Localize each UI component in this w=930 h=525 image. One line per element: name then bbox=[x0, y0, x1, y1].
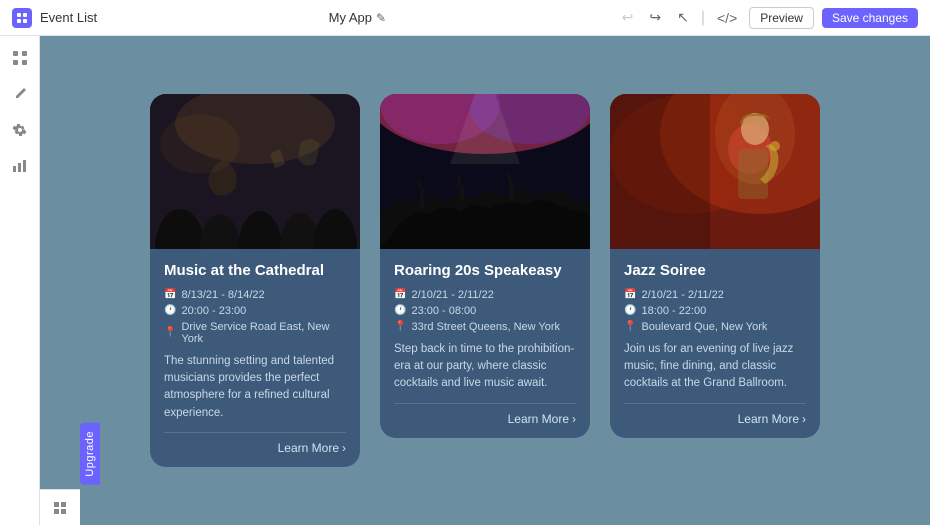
card-orchestra-meta: 📅 8/13/21 - 8/14/22 🕐 20:00 - 23:00 📍 Dr… bbox=[164, 289, 346, 345]
cards-container: Music at the Cathedral 📅 8/13/21 - 8/14/… bbox=[130, 74, 840, 487]
app-name-label: My App bbox=[329, 10, 372, 25]
calendar-icon: 📅 bbox=[164, 289, 176, 300]
clock-icon-2: 🕐 bbox=[394, 305, 406, 316]
card-orchestra-time-row: 🕐 20:00 - 23:00 bbox=[164, 305, 346, 317]
preview-button[interactable]: Preview bbox=[749, 7, 814, 29]
bottom-left-icon[interactable] bbox=[40, 489, 80, 525]
card-jazz-title: Jazz Soiree bbox=[624, 261, 806, 281]
card-orchestra-learn-more[interactable]: Learn More › bbox=[278, 441, 346, 455]
save-button[interactable]: Save changes bbox=[822, 8, 918, 28]
card-orchestra-location-row: 📍 Drive Service Road East, New York bbox=[164, 321, 346, 345]
card-club-body: Roaring 20s Speakeasy 📅 2/10/21 - 2/11/2… bbox=[380, 249, 590, 437]
card-club-date-row: 📅 2/10/21 - 2/11/22 bbox=[394, 289, 576, 301]
card-club-time-row: 🕐 23:00 - 08:00 bbox=[394, 305, 576, 317]
location-icon-3: 📍 bbox=[624, 321, 636, 332]
card-club-date: 2/10/21 - 2/11/22 bbox=[411, 289, 493, 301]
topbar-center: My App ✎ bbox=[329, 10, 386, 25]
arrow-right-icon-3: › bbox=[802, 412, 806, 426]
topbar-right: ↩ ↪ ↖ | </> Preview Save changes bbox=[618, 7, 918, 29]
card-orchestra-title: Music at the Cathedral bbox=[164, 261, 346, 281]
card-jazz-meta: 📅 2/10/21 - 2/11/22 🕐 18:00 - 22:00 📍 Bo… bbox=[624, 289, 806, 333]
code-button[interactable]: </> bbox=[713, 8, 741, 28]
card-club: Roaring 20s Speakeasy 📅 2/10/21 - 2/11/2… bbox=[380, 94, 590, 437]
sidebar bbox=[0, 36, 40, 525]
card-jazz-learn-more[interactable]: Learn More › bbox=[738, 412, 806, 426]
card-jazz-location: Boulevard Que, New York bbox=[641, 321, 767, 333]
topbar-left: Event List bbox=[12, 8, 97, 28]
cursor-button[interactable]: ↖ bbox=[673, 7, 693, 28]
canvas-area: Music at the Cathedral 📅 8/13/21 - 8/14/… bbox=[40, 36, 930, 525]
pen-icon bbox=[12, 86, 28, 106]
card-jazz-date: 2/10/21 - 2/11/22 bbox=[641, 289, 723, 301]
upgrade-button[interactable]: Upgrade bbox=[80, 423, 100, 485]
card-club-time: 23:00 - 08:00 bbox=[411, 305, 476, 317]
sidebar-item-grid[interactable] bbox=[4, 44, 36, 76]
card-jazz-date-row: 📅 2/10/21 - 2/11/22 bbox=[624, 289, 806, 301]
card-orchestra-footer: Learn More › bbox=[164, 432, 346, 455]
card-club-location-row: 📍 33rd Street Queens, New York bbox=[394, 321, 576, 333]
card-jazz-time: 18:00 - 22:00 bbox=[641, 305, 706, 317]
card-club-learn-more[interactable]: Learn More › bbox=[508, 412, 576, 426]
card-club-desc: Step back in time to the prohibition-era… bbox=[394, 341, 576, 393]
card-orchestra-date: 8/13/21 - 8/14/22 bbox=[181, 289, 264, 301]
card-club-title: Roaring 20s Speakeasy bbox=[394, 261, 576, 281]
calendar-icon-3: 📅 bbox=[624, 289, 636, 300]
clock-icon-3: 🕐 bbox=[624, 305, 636, 316]
settings-icon bbox=[12, 122, 28, 142]
card-jazz-desc: Join us for an evening of live jazz musi… bbox=[624, 341, 806, 393]
section-label: Event List bbox=[40, 10, 97, 25]
card-jazz-time-row: 🕐 18:00 - 22:00 bbox=[624, 305, 806, 317]
card-orchestra: Music at the Cathedral 📅 8/13/21 - 8/14/… bbox=[150, 94, 360, 467]
card-jazz: Jazz Soiree 📅 2/10/21 - 2/11/22 🕐 18:00 … bbox=[610, 94, 820, 437]
app-logo bbox=[12, 8, 32, 28]
redo-button[interactable]: ↪ bbox=[645, 7, 665, 28]
card-orchestra-location: Drive Service Road East, New York bbox=[181, 321, 346, 345]
location-icon: 📍 bbox=[164, 327, 176, 338]
topbar: Event List My App ✎ ↩ ↪ ↖ | </> Preview … bbox=[0, 0, 930, 36]
card-orchestra-time: 20:00 - 23:00 bbox=[181, 305, 246, 317]
card-jazz-footer: Learn More › bbox=[624, 403, 806, 426]
card-orchestra-desc: The stunning setting and talented musici… bbox=[164, 353, 346, 422]
chart-icon bbox=[12, 158, 28, 178]
card-jazz-location-row: 📍 Boulevard Que, New York bbox=[624, 321, 806, 333]
clock-icon: 🕐 bbox=[164, 305, 176, 316]
location-icon-2: 📍 bbox=[394, 321, 406, 332]
card-jazz-image bbox=[610, 94, 820, 249]
card-orchestra-image bbox=[150, 94, 360, 249]
undo-button[interactable]: ↩ bbox=[618, 7, 638, 28]
card-club-location: 33rd Street Queens, New York bbox=[411, 321, 560, 333]
calendar-icon-2: 📅 bbox=[394, 289, 406, 300]
main-area: Music at the Cathedral 📅 8/13/21 - 8/14/… bbox=[0, 36, 930, 525]
card-orchestra-date-row: 📅 8/13/21 - 8/14/22 bbox=[164, 289, 346, 301]
arrow-right-icon-2: › bbox=[572, 412, 576, 426]
card-club-footer: Learn More › bbox=[394, 403, 576, 426]
sidebar-item-chart[interactable] bbox=[4, 152, 36, 184]
card-club-image bbox=[380, 94, 590, 249]
grid-icon bbox=[12, 50, 28, 70]
sidebar-item-pen[interactable] bbox=[4, 80, 36, 112]
sidebar-item-settings[interactable] bbox=[4, 116, 36, 148]
card-club-meta: 📅 2/10/21 - 2/11/22 🕐 23:00 - 08:00 📍 33… bbox=[394, 289, 576, 333]
card-orchestra-body: Music at the Cathedral 📅 8/13/21 - 8/14/… bbox=[150, 249, 360, 467]
card-jazz-body: Jazz Soiree 📅 2/10/21 - 2/11/22 🕐 18:00 … bbox=[610, 249, 820, 437]
arrow-right-icon: › bbox=[342, 441, 346, 455]
edit-icon[interactable]: ✎ bbox=[376, 11, 386, 25]
